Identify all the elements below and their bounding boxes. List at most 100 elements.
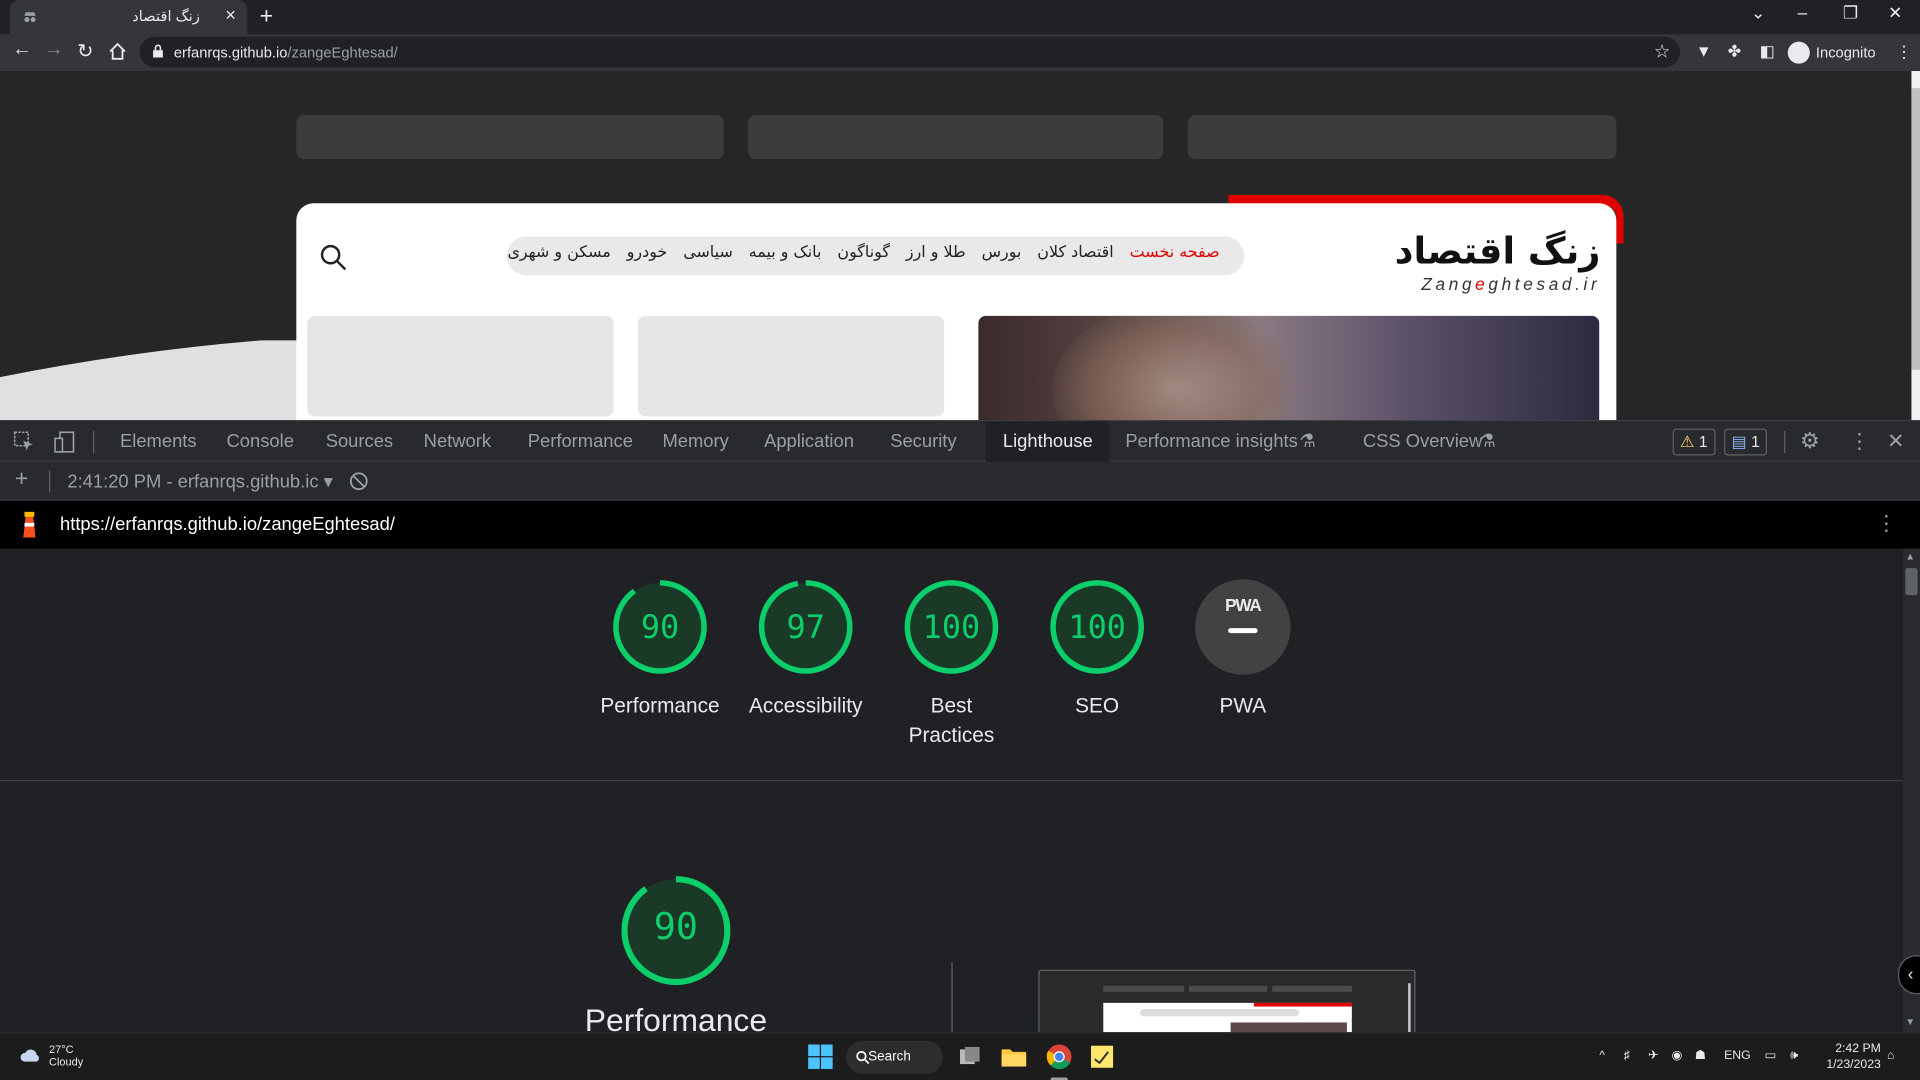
device-toolbar-icon[interactable] (54, 431, 76, 453)
report-scrollbar-thumb[interactable] (1905, 568, 1918, 596)
tray-app-icon[interactable]: ♯ (1624, 1049, 1630, 1062)
tab-lighthouse[interactable]: Lighthouse (985, 421, 1110, 462)
site-nav-link[interactable]: خودرو (627, 244, 668, 262)
close-window-icon[interactable]: ✕ (1888, 2, 1902, 23)
page-viewport: صفحه نخست اقتصاد کلان بورس طلا و ارز گوناگون… (0, 71, 1920, 421)
scroll-down-icon[interactable]: ▼ (1905, 1016, 1915, 1027)
forward-icon[interactable]: → (44, 39, 64, 61)
cloud-icon (20, 1049, 39, 1062)
restore-icon[interactable]: ❐ (1843, 2, 1858, 23)
hero-image[interactable] (978, 315, 1600, 421)
tab-memory[interactable]: Memory (662, 421, 728, 461)
page-scrollbar[interactable] (1911, 71, 1920, 421)
file-explorer-icon[interactable] (1000, 1043, 1027, 1070)
url-path: /zangeEghtesad/ (287, 44, 398, 62)
tab-css-overview[interactable]: CSS Overview (1363, 421, 1482, 461)
site-nav-link[interactable]: بانک و بیمه (749, 244, 822, 262)
settings-gear-icon[interactable]: ⚙ (1800, 421, 1820, 461)
gauge-seo[interactable]: 100 SEO (1036, 578, 1158, 721)
gauge-score: 100 (1068, 609, 1126, 647)
tab-application[interactable]: Application (764, 421, 854, 461)
extension-v-icon[interactable]: ▼ (1696, 42, 1712, 60)
minimize-icon[interactable]: – (1798, 2, 1808, 22)
back-icon[interactable]: ← (12, 39, 32, 61)
volume-icon[interactable]: 🕪 (1790, 1049, 1798, 1062)
tab-performance[interactable]: Performance (528, 421, 633, 461)
tab-search-icon[interactable]: ⌄ (1751, 2, 1765, 23)
scroll-up-icon[interactable]: ▲ (1905, 551, 1915, 562)
show-hidden-icons-icon[interactable]: ^ (1599, 1049, 1605, 1062)
site-nav-link[interactable]: طلا و ارز (906, 244, 966, 262)
page-scrollbar-thumb[interactable] (1911, 88, 1920, 370)
clear-reports-icon[interactable] (349, 471, 369, 491)
browser-toolbar: ← → ↻ erfanrqs.github.io/zangeEghtesad/ … (0, 34, 1920, 72)
weather-widget[interactable]: 27°C Cloudy (20, 1043, 83, 1068)
site-nav-links: صفحه نخست اقتصاد کلان بورس طلا و ارز گوناگون… (507, 244, 1219, 262)
reload-icon[interactable]: ↻ (77, 39, 93, 63)
report-menu-icon[interactable]: ⋮ (1876, 512, 1897, 536)
site-nav-link[interactable]: مسکن و شهری (507, 244, 610, 262)
tray-app-icon[interactable]: ☗ (1695, 1049, 1706, 1062)
pwa-badge-text: PWA (1225, 595, 1262, 615)
system-clock[interactable]: 2:42 PM 1/23/2023 (1817, 1041, 1880, 1073)
network-icon[interactable]: ▭ (1765, 1049, 1777, 1062)
language-indicator[interactable]: ENG (1724, 1049, 1751, 1062)
lock-icon[interactable] (152, 44, 164, 58)
tab-console[interactable]: Console (227, 421, 294, 461)
tab-title: زنگ اقتصاد (132, 7, 200, 25)
message-icon: ▤ (1731, 432, 1747, 451)
gauge-accessibility[interactable]: 97 Accessibility (744, 578, 866, 721)
side-panel-icon[interactable]: ◧ (1760, 42, 1775, 62)
warnings-badge[interactable]: ⚠ 1 (1672, 428, 1715, 456)
gauge-best-practices[interactable]: 100 Best Practices (890, 578, 1012, 751)
chrome-icon[interactable] (1046, 1043, 1073, 1070)
tray-app-icon[interactable]: ◉ (1671, 1049, 1682, 1062)
chrome-menu-icon[interactable]: ⋮ (1896, 42, 1913, 63)
gauge-performance[interactable]: 90 Performance (599, 578, 721, 721)
close-devtools-icon[interactable]: ✕ (1887, 421, 1904, 461)
sticky-notes-icon[interactable] (1089, 1043, 1116, 1070)
new-report-icon[interactable]: + (15, 467, 29, 494)
address-bar[interactable]: erfanrqs.github.io/zangeEghtesad/ ☆ (139, 36, 1681, 68)
toolbar-divider (93, 431, 95, 454)
incognito-profile-button[interactable]: Incognito (1787, 39, 1876, 66)
site-nav-link[interactable]: صفحه نخست (1130, 244, 1220, 262)
site-nav-link[interactable]: سیاسی (683, 244, 733, 262)
report-url[interactable]: https://erfanrqs.github.io/zangeEghtesad… (60, 514, 395, 535)
tab-performance-insights[interactable]: Performance insights (1125, 421, 1298, 461)
warning-icon: ⚠ (1680, 432, 1695, 451)
lighthouse-logo-icon (23, 511, 36, 538)
browser-tab[interactable]: زنگ اقتصاد × (9, 0, 248, 35)
home-icon[interactable] (109, 42, 126, 60)
bookmark-star-icon[interactable]: ☆ (1654, 40, 1670, 63)
inspect-element-icon[interactable] (13, 431, 35, 453)
logo-persian-text: زنگ اقتصاد (1394, 230, 1601, 274)
search-icon[interactable] (318, 242, 347, 271)
thumb-placeholder (1103, 985, 1185, 992)
windows-start-icon[interactable] (807, 1043, 834, 1070)
report-selector[interactable]: 2:41:20 PM - erfanrqs.github.ic ▾ (67, 470, 332, 492)
taskbar-search-label: Search (868, 1049, 911, 1065)
messages-badge[interactable]: ▤ 1 (1724, 428, 1768, 456)
tab-sources[interactable]: Sources (326, 421, 393, 461)
final-screenshot-thumbnail[interactable] (1038, 969, 1416, 1033)
toolbar-divider (1784, 431, 1786, 454)
site-nav-link[interactable]: گوناگون (837, 244, 890, 262)
tray-app-icon[interactable]: ✈ (1648, 1049, 1658, 1062)
tab-elements[interactable]: Elements (120, 421, 197, 461)
site-nav-link[interactable]: اقتصاد کلان (1037, 244, 1113, 262)
gauge-pwa[interactable]: PWA PWA (1182, 578, 1304, 721)
tab-security[interactable]: Security (890, 421, 956, 461)
thumb-hero (1230, 1022, 1347, 1033)
close-tab-icon[interactable]: × (225, 5, 236, 26)
extensions-puzzle-icon[interactable]: ✤ (1728, 42, 1741, 62)
new-tab-icon[interactable]: + (260, 4, 274, 31)
notification-icon[interactable]: ⌂ (1887, 1049, 1894, 1062)
devtools-menu-icon[interactable]: ⋮ (1849, 421, 1870, 461)
site-nav-link[interactable]: بورس (982, 244, 1022, 262)
site-logo[interactable]: زنگ اقتصاد Zangeghtesad.ir (1392, 225, 1612, 298)
tab-network[interactable]: Network (424, 421, 491, 461)
dropdown-arrow-icon: ▾ (323, 471, 333, 493)
task-view-icon[interactable] (956, 1043, 983, 1070)
taskbar-search[interactable]: Search (846, 1040, 943, 1074)
